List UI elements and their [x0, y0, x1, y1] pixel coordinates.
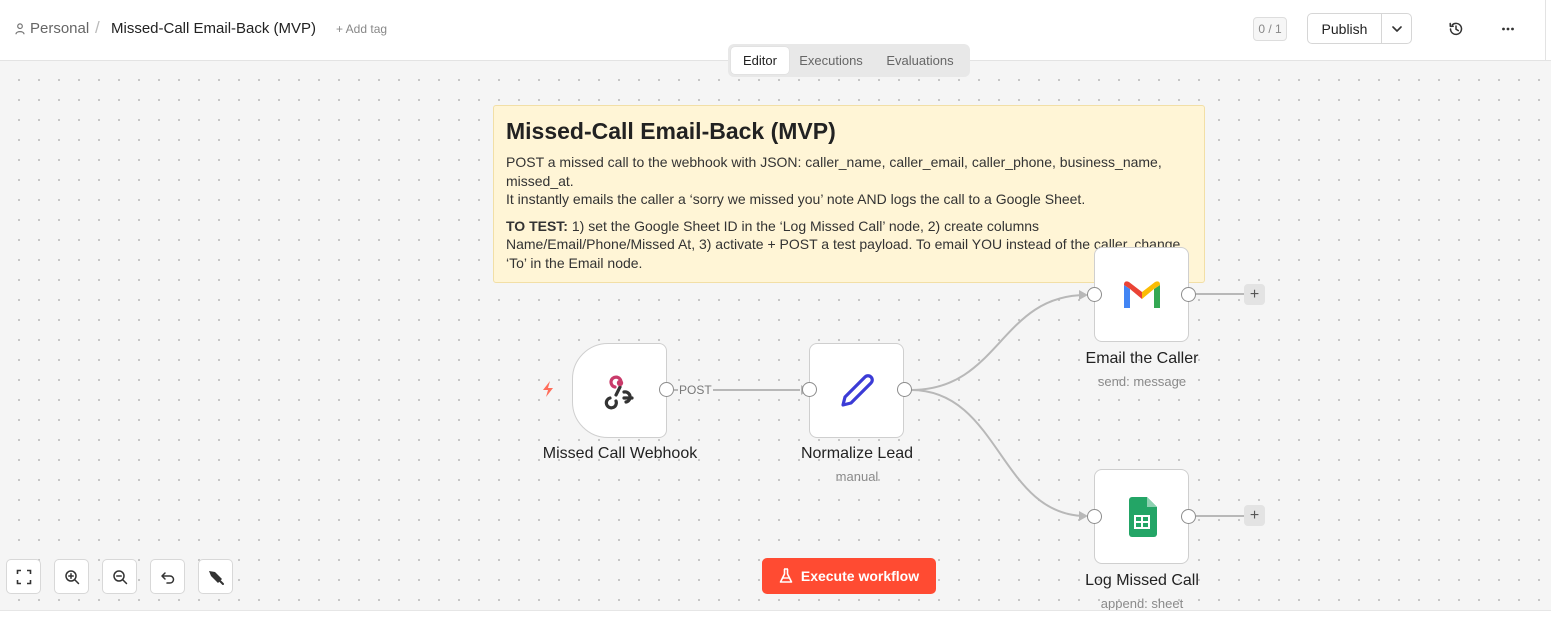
workflow-editor: Personal / Missed-Call Email-Back (MVP) … [0, 0, 1551, 618]
view-tabs: Editor Executions Evaluations [728, 44, 970, 77]
reset-zoom-button[interactable] [150, 559, 185, 594]
execute-workflow-label: Execute workflow [800, 568, 920, 584]
node-log-missed-call[interactable] [1094, 469, 1189, 564]
input-handle-normalize[interactable] [802, 382, 817, 397]
fullscreen-icon [16, 569, 31, 584]
output-handle-email[interactable] [1181, 287, 1196, 302]
node-subtitle-sheet: append: sheet [1100, 596, 1184, 611]
add-node-after-sheet-button[interactable]: + [1244, 505, 1265, 526]
google-sheets-icon [1128, 496, 1157, 537]
output-handle-webhook[interactable] [659, 382, 674, 397]
flask-icon [779, 568, 793, 583]
input-handle-sheet[interactable] [1087, 509, 1102, 524]
node-normalize-lead[interactable] [809, 343, 904, 438]
zoom-in-button[interactable] [54, 559, 89, 594]
tab-editor[interactable]: Editor [731, 47, 789, 74]
connection-label: POST [678, 383, 713, 397]
pencil-icon [840, 373, 874, 407]
zoom-out-icon [112, 569, 127, 584]
node-label-sheet: Log Missed Call [1085, 572, 1199, 589]
node-label-webhook: Missed Call Webhook [542, 445, 698, 462]
node-missed-call-webhook[interactable] [572, 343, 667, 438]
connection-normalize-to-email [910, 294, 1087, 391]
node-subtitle-normalize: manual [835, 469, 879, 484]
node-email-the-caller[interactable] [1094, 247, 1189, 342]
gmail-icon [1123, 280, 1160, 308]
add-node-after-email-button[interactable]: + [1244, 284, 1265, 305]
execute-workflow-button[interactable]: Execute workflow [762, 558, 936, 594]
output-handle-sheet[interactable] [1181, 509, 1196, 524]
brush-icon [208, 570, 224, 585]
tab-evaluations[interactable]: Evaluations [873, 47, 967, 74]
node-label-email: Email the Caller [1085, 350, 1199, 367]
zoom-out-button[interactable] [102, 559, 137, 594]
undo-icon [160, 571, 174, 584]
trigger-bolt-icon [543, 381, 553, 397]
output-handle-normalize[interactable] [897, 382, 912, 397]
tidy-up-button[interactable] [198, 559, 233, 594]
node-label-normalize: Normalize Lead [800, 445, 914, 462]
input-handle-email[interactable] [1087, 287, 1102, 302]
connection-normalize-to-sheet [910, 389, 1087, 517]
webhook-icon [604, 375, 634, 409]
bottom-panel-edge [0, 610, 1551, 618]
fit-view-button[interactable] [6, 559, 41, 594]
tab-executions[interactable]: Executions [789, 47, 873, 74]
node-subtitle-email: send: message [1097, 374, 1187, 389]
zoom-in-icon [64, 569, 79, 584]
connections-layer [674, 290, 1244, 521]
